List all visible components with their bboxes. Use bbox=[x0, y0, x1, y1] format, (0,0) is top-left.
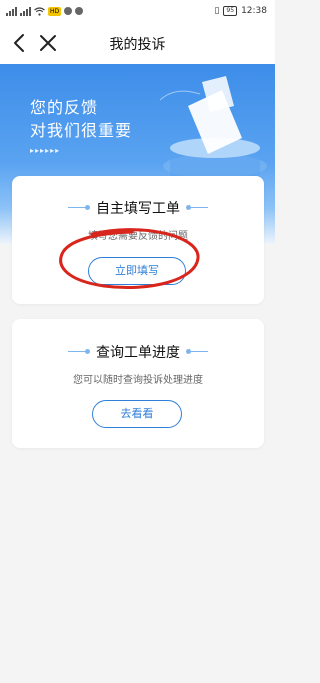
nav-bar: 我的投诉 bbox=[0, 22, 275, 65]
heading-decoration-right bbox=[186, 349, 208, 354]
wechat-icon bbox=[64, 7, 73, 15]
banner-line-2: 对我们很重要 bbox=[30, 121, 133, 140]
heading-decoration-right bbox=[186, 205, 208, 210]
vibrate-icon: ▯ bbox=[214, 6, 220, 16]
signal-icon-2 bbox=[20, 6, 31, 16]
app-notification-icon bbox=[75, 7, 84, 15]
wifi-icon bbox=[34, 6, 45, 16]
clock: 12:38 bbox=[241, 6, 267, 16]
self-service-card: 自主填写工单 填写您需要反馈的问题 立即填写 bbox=[12, 176, 264, 304]
progress-title: 查询工单进度 bbox=[96, 345, 180, 361]
view-progress-button[interactable]: 去看看 bbox=[92, 400, 182, 428]
status-bar: HD ▯ 95 12:38 bbox=[0, 0, 275, 22]
fill-now-button[interactable]: 立即填写 bbox=[88, 257, 186, 285]
progress-subtitle: 您可以随时查询投诉处理进度 bbox=[73, 375, 203, 386]
signal-icon bbox=[6, 6, 17, 16]
progress-card: 查询工单进度 您可以随时查询投诉处理进度 去看看 bbox=[12, 319, 264, 448]
self-service-subtitle: 填写您需要反馈的问题 bbox=[88, 231, 188, 242]
banner-arrows: ▸▸▸▸▸▸ bbox=[30, 146, 61, 155]
banner-line-1: 您的反馈 bbox=[30, 98, 99, 117]
hd-badge: HD bbox=[48, 6, 62, 16]
self-service-title: 自主填写工单 bbox=[96, 201, 180, 217]
battery-indicator: 95 bbox=[223, 6, 238, 16]
page-title: 我的投诉 bbox=[109, 37, 166, 53]
